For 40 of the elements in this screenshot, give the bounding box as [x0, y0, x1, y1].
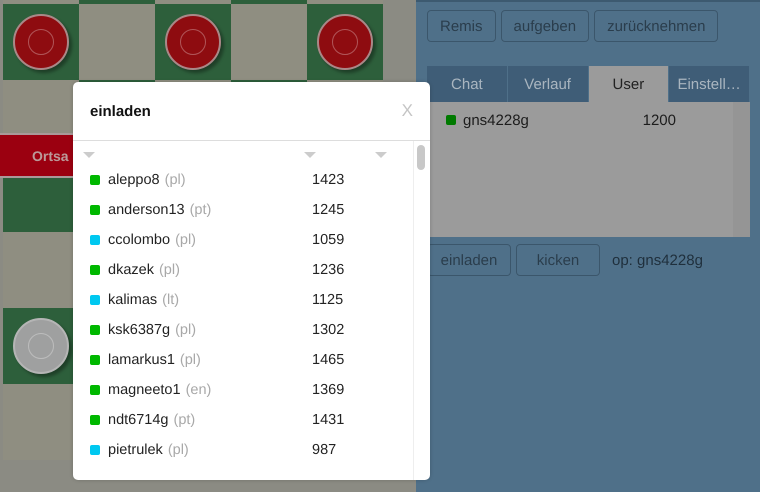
player-rating: 1059 — [312, 232, 344, 248]
dialog-title: einladen — [90, 102, 151, 120]
player-name[interactable]: ccolombo — [108, 232, 170, 248]
player-rating: 1125 — [312, 292, 344, 308]
language-code: (pl) — [175, 232, 196, 248]
scrollbar-thumb[interactable] — [417, 145, 425, 170]
board-banner[interactable]: Ortsa — [0, 133, 73, 178]
player-rating: 1236 — [312, 262, 344, 278]
player-name[interactable]: ksk6387g — [108, 322, 170, 338]
tab[interactable]: Verlauf — [508, 66, 588, 102]
player-rating: 1245 — [312, 202, 344, 218]
player-name[interactable]: aleppo8 — [108, 172, 160, 188]
player-name[interactable]: kalimas — [108, 292, 158, 308]
language-code: (pl) — [175, 322, 196, 338]
player-rating: 1302 — [312, 322, 344, 338]
tab[interactable]: User — [588, 66, 670, 102]
tab[interactable]: Chat — [427, 66, 508, 102]
player-name[interactable]: anderson13 — [108, 202, 185, 218]
user-rating: 1200 — [642, 112, 676, 128]
language-code: (pl) — [180, 352, 201, 368]
language-code: (lt) — [162, 292, 180, 308]
player-name[interactable]: lamarkus1 — [108, 352, 175, 368]
language-code: (en) — [186, 382, 212, 398]
player-rating: 1465 — [312, 352, 344, 368]
language-code: (pl) — [158, 262, 180, 278]
player-name[interactable]: ndt6714g — [108, 412, 168, 428]
player-name[interactable]: magneeto1 — [108, 382, 181, 398]
player-rating: 987 — [312, 442, 336, 458]
player-rating: 1423 — [312, 172, 344, 188]
language-code: (pl) — [168, 442, 189, 458]
tab[interactable]: Einstell… — [669, 66, 750, 102]
player-name[interactable]: dkazek — [108, 262, 154, 278]
language-code: (pt) — [190, 202, 212, 218]
language-code: (pl) — [164, 172, 186, 188]
operator-label: op: gns4228g — [612, 252, 703, 268]
player-rating: 1369 — [312, 382, 344, 398]
player-name[interactable]: pietrulek — [108, 442, 163, 458]
language-code: (pt) — [173, 412, 196, 428]
player-rating: 1431 — [312, 412, 344, 428]
user-name[interactable]: gns4228g — [463, 112, 529, 128]
